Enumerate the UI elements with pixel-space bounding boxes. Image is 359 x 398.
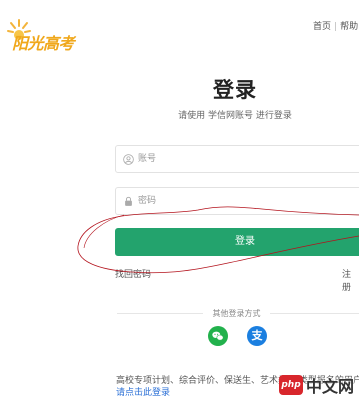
- nav-home-link[interactable]: 首页: [313, 22, 331, 32]
- nav-separator: |: [334, 22, 338, 32]
- username-field[interactable]: [115, 145, 359, 173]
- php-cn-watermark: php 中文网: [279, 373, 359, 398]
- user-icon: [123, 154, 134, 165]
- forgot-password-link[interactable]: 找回密码: [115, 267, 151, 280]
- wechat-icon: [212, 331, 224, 341]
- login-button[interactable]: 登录: [115, 228, 359, 256]
- password-input[interactable]: [138, 188, 358, 214]
- divider-right: [270, 313, 359, 314]
- other-login-label: 其他登录方式: [212, 309, 261, 318]
- logo-text: 阳光高考: [12, 34, 75, 53]
- nav-help-link[interactable]: 帮助: [340, 22, 358, 32]
- wechat-login-button[interactable]: [208, 326, 228, 346]
- site-logo[interactable]: 阳光高考: [2, 12, 80, 53]
- divider-left: [117, 313, 203, 314]
- alipay-login-button[interactable]: 支: [247, 326, 267, 346]
- php-logo-badge: php: [279, 375, 303, 395]
- lock-icon: [125, 196, 132, 206]
- login-page: 阳光高考 首页|帮助 登录 请使用 学信网账号 进行登录 登录 找回密码 注册 …: [0, 0, 359, 398]
- page-title: 登录: [213, 78, 257, 102]
- alipay-icon: 支: [251, 329, 263, 342]
- top-nav: 首页 | 帮助: [313, 19, 358, 32]
- register-link[interactable]: 注册: [342, 267, 359, 293]
- password-field[interactable]: [115, 187, 359, 215]
- special-enrollment-login-link[interactable]: 请点击此登录: [116, 385, 170, 398]
- watermark-text: 中文网: [306, 377, 355, 396]
- username-input[interactable]: [138, 146, 358, 172]
- page-subtitle: 请使用 学信网账号 进行登录: [178, 111, 292, 121]
